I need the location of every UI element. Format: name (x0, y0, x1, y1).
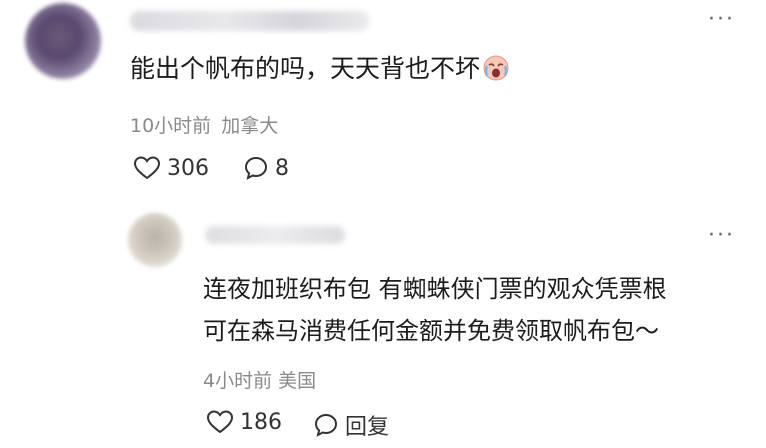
heart-icon (133, 156, 161, 180)
reply-more-options-icon[interactable]: ··· (708, 225, 735, 247)
like-button[interactable]: 306 (133, 155, 209, 181)
reply-text-line1: 连夜加班织布包 有蜘蛛侠门票的观众凭票根 (203, 275, 667, 303)
comment-text-body: 能出个帆布的吗，天天背也不坏 (130, 54, 481, 83)
commenter-name-blurred[interactable] (130, 11, 370, 31)
crying-face-emoji-icon (482, 54, 510, 82)
heart-icon (206, 410, 234, 434)
comment-meta: 10小时前 加拿大 (130, 111, 278, 138)
reply-text: 连夜加班织布包 有蜘蛛侠门票的观众凭票根 可在森马消费任何金额并免费领取帆布包～ (203, 268, 667, 352)
reply-count-button[interactable]: 8 (243, 155, 289, 181)
reply-name-blurred[interactable] (205, 226, 345, 244)
reply-meta: 4小时前 美国 (203, 366, 316, 393)
reply-button[interactable]: 回复 (313, 409, 389, 441)
like-count: 306 (167, 155, 209, 181)
more-options-icon[interactable]: ··· (708, 9, 735, 31)
reply-time: 4小时前 (203, 370, 273, 392)
reply-text-line2: 可在森马消费任何金额并免费领取帆布包～ (203, 317, 659, 345)
comment-location: 加拿大 (221, 115, 279, 137)
reply-avatar[interactable] (128, 213, 182, 267)
reply-button-label: 回复 (345, 415, 390, 440)
comment-time: 10小时前 (130, 115, 212, 137)
reply-like-button[interactable]: 186 (206, 409, 282, 435)
comment-bubble-icon (244, 156, 268, 180)
reply-like-count: 186 (240, 409, 282, 435)
reply-location: 美国 (278, 370, 317, 392)
comment-text: 能出个帆布的吗，天天背也不坏 (130, 52, 510, 86)
comment-bubble-icon (314, 413, 338, 437)
reply-count: 8 (275, 155, 289, 181)
commenter-avatar[interactable] (25, 3, 101, 79)
